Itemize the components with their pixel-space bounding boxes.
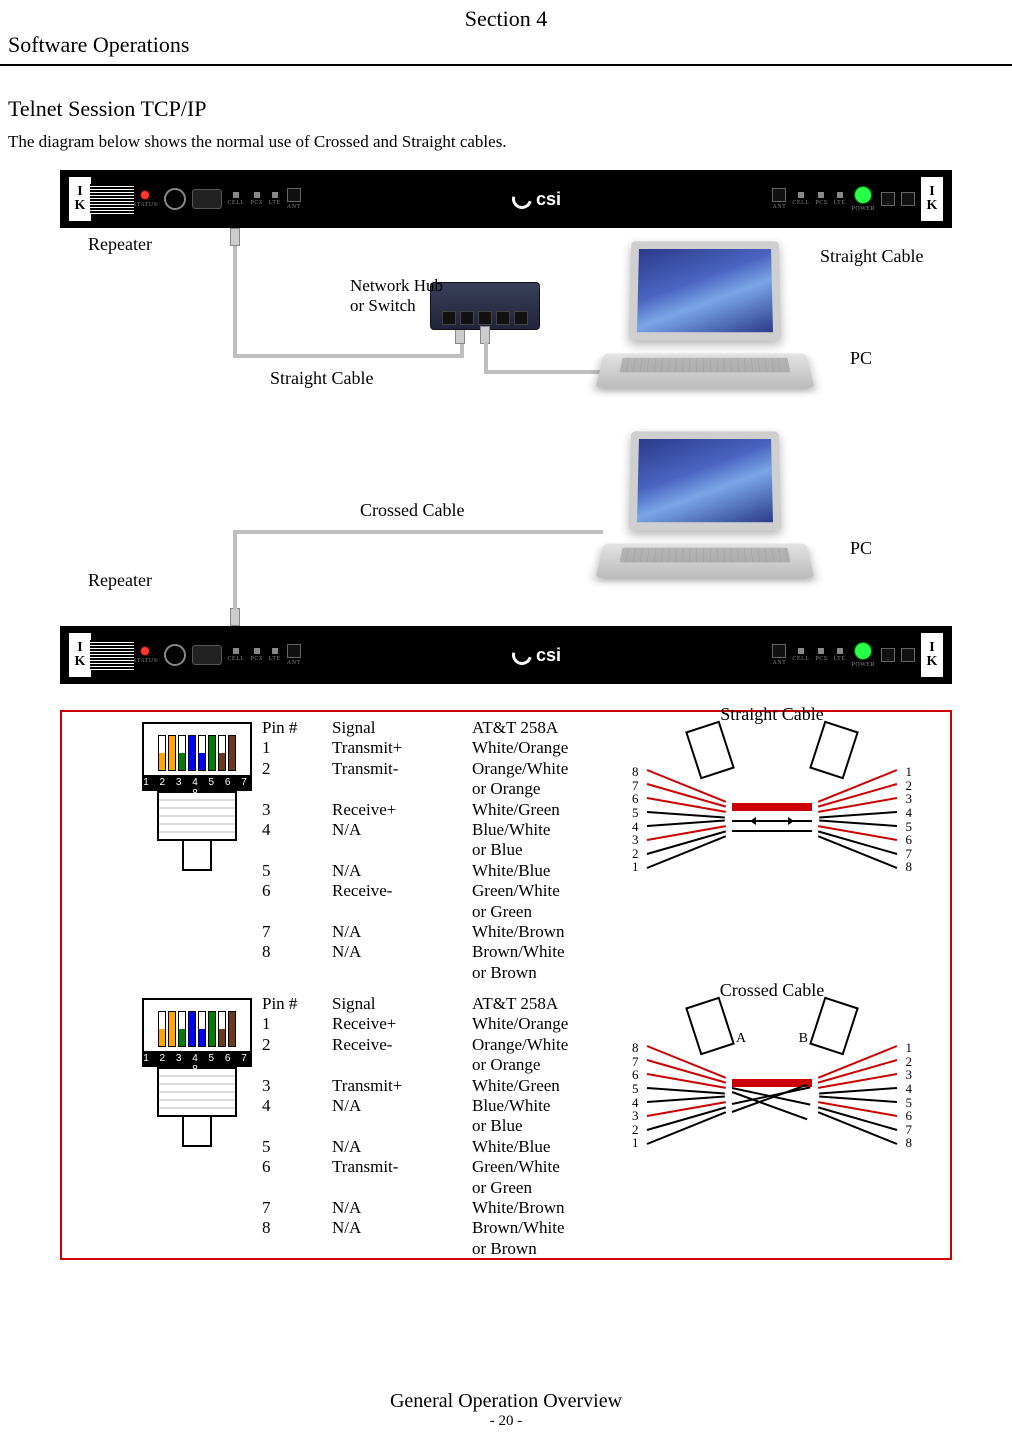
rj45-connector-crossed: 1 2 3 4 5 6 7 8 (142, 998, 252, 1148)
csi-logo: csi (512, 645, 561, 666)
cable-line (484, 370, 604, 374)
label-a: A (736, 1031, 746, 1047)
rj45-numstrip: 1 2 3 4 5 6 7 8 (142, 1053, 252, 1067)
laptop-bottom (600, 430, 810, 590)
ik-badge: IK (69, 633, 91, 677)
straight-cable-title: Straight Cable (632, 704, 912, 725)
cable-line (460, 342, 464, 358)
pin-numbers-right: 12345678 (906, 765, 913, 874)
status-led-icon (140, 190, 150, 200)
cable-line (233, 530, 603, 534)
round-button-icon (164, 644, 186, 666)
ik-badge: IK (921, 633, 943, 677)
network-switch (430, 282, 540, 330)
barcode-icon (90, 184, 134, 214)
label-network-hub: Network Hub (350, 276, 443, 296)
pin-numbers-right: 12345678 (906, 1041, 913, 1150)
label-or-switch: or Switch (350, 296, 416, 316)
divider-top (0, 64, 1012, 66)
ik-badge: IK (921, 177, 943, 221)
footer-title: General Operation Overview (0, 1390, 1012, 1413)
connector-a-icon (685, 997, 735, 1056)
power-led-icon (854, 186, 872, 204)
label-straight-cable-tr: Straight Cable (820, 246, 923, 267)
pin-table-crossed: Pin #SignalAT&T 258A 1Receive+White/Oran… (262, 994, 632, 1259)
repeater-device-bottom: IK STATUS CELL PCS LTE ANT csi ANT CELL … (60, 626, 952, 684)
pinout-box: 1 2 3 4 5 6 7 8 Pin #SignalAT&T 258A 1Tr… (60, 710, 952, 1260)
crossed-cable-title: Crossed Cable (632, 980, 912, 1001)
label-b: B (799, 1031, 808, 1047)
pin-table-straight: Pin #SignalAT&T 258A 1Transmit+White/Ora… (262, 718, 632, 983)
ik-badge: IK (69, 177, 91, 221)
page-title: Software Operations (8, 32, 1012, 58)
status-led-icon (140, 646, 150, 656)
label-straight-cable-bl: Straight Cable (270, 368, 373, 389)
sub-heading: Telnet Session TCP/IP (8, 96, 1012, 122)
repeater-device-top: IK STATUS CELL PCS LTE ANT csi ANT CELL … (60, 170, 952, 228)
section-label: Section 4 (0, 6, 1012, 32)
label-crossed-cable: Crossed Cable (360, 500, 464, 521)
label-pc-bottom: PC (850, 538, 872, 559)
cable-line (233, 246, 237, 356)
page-number: - 20 - (0, 1413, 1012, 1430)
pin-numbers-left: 87654321 (632, 765, 639, 874)
laptop-top (600, 240, 810, 400)
power-led-icon (854, 642, 872, 660)
cable-plug-icon (230, 228, 240, 246)
label-repeater-top: Repeater (88, 234, 152, 255)
rj45-numstrip: 1 2 3 4 5 6 7 8 (142, 777, 252, 791)
connector-left-icon (685, 721, 735, 780)
crossed-cable-diagram: Crossed Cable A B 87654321 12345678 (632, 980, 912, 1160)
barcode-icon (90, 640, 134, 670)
sd-slot-icon (192, 645, 222, 665)
cable-line (233, 530, 237, 610)
pin-numbers-left: 87654321 (632, 1041, 639, 1150)
round-button-icon (164, 188, 186, 210)
sd-slot-icon (192, 189, 222, 209)
cable-line (484, 342, 488, 372)
intro-text: The diagram below shows the normal use o… (8, 132, 1012, 152)
label-pc-top: PC (850, 348, 872, 369)
connector-right-icon (809, 721, 859, 780)
topology-diagram: IK STATUS CELL PCS LTE ANT csi ANT CELL … (60, 170, 952, 690)
connector-b-icon (809, 997, 859, 1056)
label-repeater-bottom: Repeater (88, 570, 152, 591)
csi-logo: csi (512, 189, 561, 210)
rj45-connector-straight: 1 2 3 4 5 6 7 8 (142, 722, 252, 872)
straight-cable-diagram: Straight Cable 87654321 12345678 (632, 704, 912, 884)
cable-line (233, 354, 463, 358)
cable-plug-icon (230, 608, 240, 626)
